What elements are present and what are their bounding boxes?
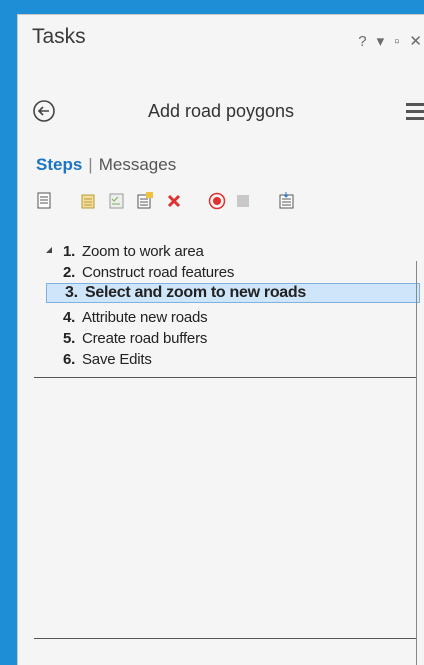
- step-item[interactable]: 1. Zoom to work area: [63, 243, 204, 263]
- edit-step-icon[interactable]: [108, 192, 126, 210]
- new-task-icon[interactable]: [80, 192, 98, 210]
- steps-toolbar: [36, 192, 424, 214]
- step-item[interactable]: 5. Create road buffers: [63, 330, 207, 350]
- menu-icon[interactable]: [406, 103, 424, 121]
- step-number: 5.: [63, 330, 76, 347]
- step-number: 2.: [63, 264, 76, 281]
- step-item[interactable]: 2. Construct road features: [63, 264, 234, 284]
- step-label: Select and zoom to new roads: [85, 284, 306, 301]
- collapse-arrow-icon[interactable]: [46, 247, 52, 253]
- step-label: Zoom to work area: [82, 243, 204, 260]
- open-task-icon[interactable]: [36, 192, 54, 210]
- step-properties-icon[interactable]: [136, 192, 154, 210]
- pane-options-dropdown-icon[interactable]: ▾: [377, 32, 385, 50]
- view-tabs: Steps | Messages: [36, 155, 176, 175]
- step-number: 4.: [63, 309, 76, 326]
- step-number: 6.: [63, 351, 76, 368]
- step-label: Attribute new roads: [82, 309, 208, 326]
- step-label: Construct road features: [82, 264, 235, 281]
- tab-messages[interactable]: Messages: [99, 155, 176, 174]
- stop-icon[interactable]: [234, 192, 252, 210]
- task-header: Add road poygons: [18, 97, 424, 127]
- pane-title: Tasks: [32, 25, 86, 48]
- step-number: 1.: [63, 243, 76, 260]
- tab-steps[interactable]: Steps: [36, 155, 82, 174]
- bottom-divider: [34, 638, 416, 639]
- details-panel-border: [416, 261, 417, 665]
- step-item[interactable]: 4. Attribute new roads: [63, 309, 208, 329]
- step-label: Create road buffers: [82, 330, 208, 347]
- export-icon[interactable]: [278, 192, 296, 210]
- step-label: Save Edits: [82, 351, 152, 368]
- tasks-pane: Tasks ? ▾ ▫ ✕ Add road poygons Steps | Mes…: [17, 14, 424, 665]
- delete-icon[interactable]: [165, 192, 183, 210]
- steps-list-divider: [34, 377, 416, 378]
- step-item-selected[interactable]: 3. Select and zoom to new roads: [46, 283, 420, 303]
- task-name: Add road poygons: [147, 101, 295, 121]
- pane-window-controls: ? ▾ ▫ ✕: [358, 32, 422, 51]
- tab-separator: |: [88, 155, 93, 174]
- step-item[interactable]: 6. Save Edits: [63, 351, 152, 371]
- restore-button[interactable]: ▫: [394, 33, 399, 50]
- step-number: 3.: [65, 284, 78, 301]
- record-icon[interactable]: [208, 192, 226, 210]
- pane-titlebar: Tasks ? ▾ ▫ ✕: [18, 15, 424, 65]
- close-button[interactable]: ✕: [409, 32, 422, 50]
- help-button[interactable]: ?: [358, 33, 366, 50]
